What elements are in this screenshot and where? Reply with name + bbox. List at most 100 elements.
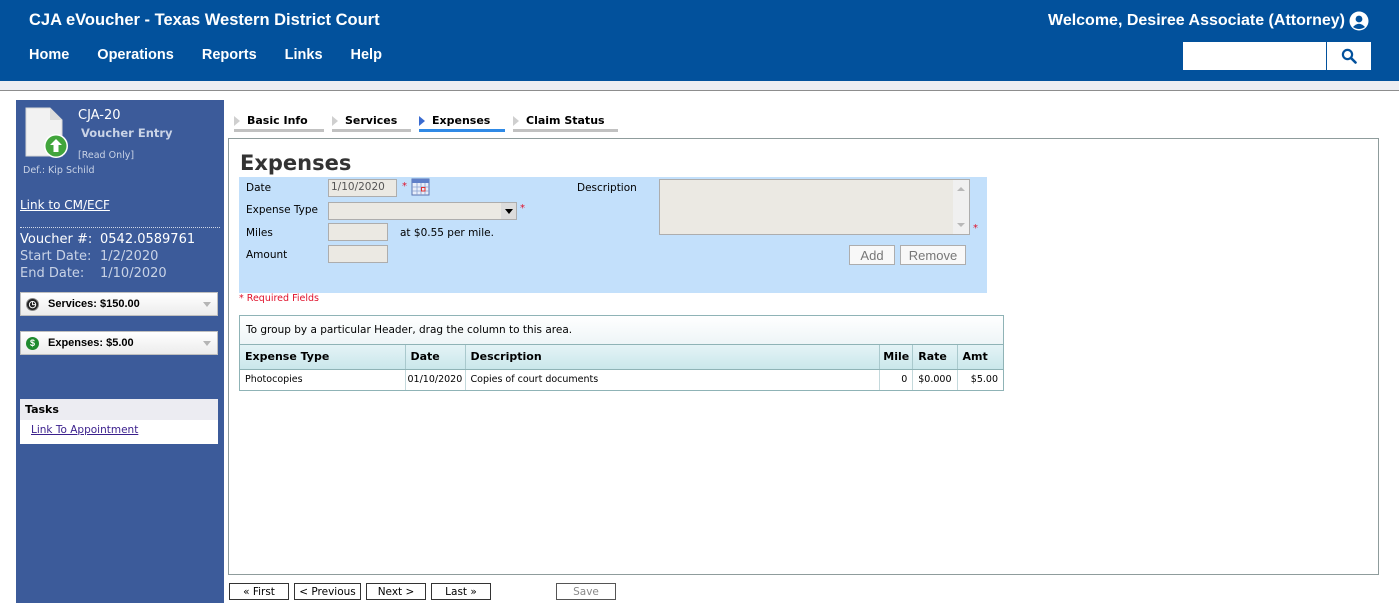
date-field[interactable]: 1/10/2020: [328, 179, 397, 197]
date-label: Date: [246, 182, 272, 194]
first-button[interactable]: « First: [229, 583, 289, 600]
cell-date: 01/10/2020: [405, 369, 466, 390]
miles-field[interactable]: [328, 223, 388, 241]
main-nav: Home Operations Reports Links Help: [29, 47, 410, 63]
nav-home[interactable]: Home: [29, 47, 69, 63]
clock-icon: ◷: [26, 297, 39, 311]
calendar-icon[interactable]: [411, 178, 430, 196]
mileage-rate-note: at $0.55 per mile.: [400, 227, 494, 239]
link-cm-ecf[interactable]: Link to CM/ECF: [20, 198, 110, 212]
read-only-badge: [Read Only]: [78, 150, 135, 161]
tab-expenses[interactable]: Expenses: [419, 112, 505, 132]
search-button[interactable]: [1327, 42, 1371, 70]
column-date[interactable]: Date: [405, 345, 466, 370]
voucher-sidebar: CJA-20 Voucher Entry [Read Only] Def.: K…: [16, 100, 224, 603]
tab-label: Basic Info: [247, 114, 308, 127]
expenses-summary-label: Expenses: $5.00: [48, 337, 134, 349]
header-subband: [0, 81, 1399, 91]
cell-description: Copies of court documents: [465, 369, 881, 390]
end-date: 1/10/2020: [100, 266, 167, 281]
expenses-panel: Expenses Date 1/10/2020 * Expense Type *…: [228, 138, 1379, 575]
welcome-user[interactable]: Welcome, Desiree Associate (Attorney): [1048, 11, 1369, 31]
tasks-header: Tasks: [20, 399, 218, 420]
start-date-row: Start Date: 1/2/2020: [20, 249, 158, 264]
nav-links[interactable]: Links: [285, 47, 323, 63]
tab-services[interactable]: Services: [332, 112, 411, 132]
tab-arrow-icon: [234, 115, 240, 126]
group-by-area[interactable]: To group by a particular Header, drag th…: [240, 316, 1003, 345]
cell-rate: $0.000: [912, 369, 958, 390]
cell-amt: $5.00: [970, 374, 998, 386]
tab-claim-status[interactable]: Claim Status: [513, 112, 618, 132]
amount-label: Amount: [246, 249, 288, 261]
defendant-name: Def.: Kip Schild: [23, 165, 95, 176]
end-date-row: End Date: 1/10/2020: [20, 266, 167, 281]
nav-operations[interactable]: Operations: [97, 47, 174, 63]
column-amt[interactable]: Amt: [957, 345, 1003, 370]
required-fields-note: * Required Fields: [239, 293, 319, 304]
tab-basic-info[interactable]: Basic Info: [234, 112, 324, 132]
tab-label: Expenses: [432, 114, 491, 127]
page-title: Expenses: [240, 151, 352, 175]
expense-entry-form: Date 1/10/2020 * Expense Type * Miles at…: [239, 177, 987, 293]
required-marker: *: [402, 181, 407, 192]
expenses-summary-dropdown[interactable]: $ Expenses: $5.00: [20, 331, 218, 355]
welcome-text: Welcome, Desiree Associate (Attorney): [1048, 12, 1345, 29]
column-description[interactable]: Description: [465, 345, 881, 370]
tab-label: Services: [345, 114, 398, 127]
column-mile[interactable]: Mile: [879, 345, 914, 370]
form-type: CJA-20: [78, 108, 121, 123]
top-header: CJA eVoucher - Texas Western District Co…: [0, 0, 1399, 81]
required-marker: *: [973, 223, 978, 234]
remove-button[interactable]: Remove: [900, 245, 966, 265]
previous-button[interactable]: < Previous: [294, 583, 361, 600]
nav-reports[interactable]: Reports: [202, 47, 257, 63]
start-date-label: Start Date:: [20, 249, 92, 264]
document-upload-icon: [25, 107, 68, 158]
services-summary-label: Services: $150.00: [48, 298, 140, 310]
scroll-up-icon[interactable]: [957, 187, 965, 191]
end-date-label: End Date:: [20, 266, 85, 281]
search-icon: [1341, 48, 1357, 64]
chevron-down-icon: [203, 302, 211, 307]
add-button[interactable]: Add: [849, 245, 895, 265]
divider: [20, 227, 220, 228]
column-expense-type[interactable]: Expense Type: [240, 345, 406, 370]
expense-type-label: Expense Type: [246, 204, 319, 216]
save-button[interactable]: Save: [556, 583, 616, 600]
chevron-down-icon: [203, 341, 211, 346]
last-button[interactable]: Last »: [431, 583, 491, 600]
task-link-to-appointment[interactable]: Link To Appointment: [20, 420, 218, 440]
tab-arrow-icon: [419, 115, 425, 126]
search-input[interactable]: [1183, 42, 1326, 70]
voucher-label: Voucher #:: [20, 232, 93, 247]
voucher-number-row: Voucher #: 0542.0589761: [20, 232, 195, 247]
dropdown-arrow-icon[interactable]: [501, 203, 516, 219]
expenses-grid: To group by a particular Header, drag th…: [239, 315, 1004, 391]
dollar-icon: $: [26, 336, 39, 350]
form-subtitle: Voucher Entry: [81, 126, 173, 140]
start-date: 1/2/2020: [100, 249, 159, 264]
services-summary-dropdown[interactable]: ◷ Services: $150.00: [20, 292, 218, 316]
required-marker: *: [520, 203, 525, 214]
column-rate[interactable]: Rate: [912, 345, 958, 370]
description-label: Description: [577, 182, 637, 194]
grid-header-row: Expense Type Date Description Mile Rate …: [240, 345, 1003, 370]
table-row[interactable]: Photocopies 01/10/2020 Copies of court d…: [240, 369, 1003, 390]
amount-field[interactable]: [328, 245, 388, 263]
nav-help[interactable]: Help: [351, 47, 382, 63]
description-textarea[interactable]: [659, 179, 970, 235]
voucher-number: 0542.0589761: [100, 232, 196, 247]
tab-arrow-icon: [332, 115, 338, 126]
textarea-scrollbar[interactable]: [953, 180, 969, 234]
miles-label: Miles: [246, 227, 273, 239]
expense-type-select[interactable]: [328, 202, 517, 220]
tasks-panel: Tasks Link To Appointment: [20, 399, 218, 444]
next-button[interactable]: Next >: [366, 583, 426, 600]
cell-expense-type: Photocopies: [240, 369, 406, 390]
scroll-down-icon[interactable]: [957, 223, 965, 227]
tab-arrow-icon: [513, 115, 519, 126]
user-circle-icon[interactable]: [1349, 11, 1369, 31]
cell-mile: 0: [879, 369, 914, 390]
tab-label: Claim Status: [526, 114, 605, 127]
